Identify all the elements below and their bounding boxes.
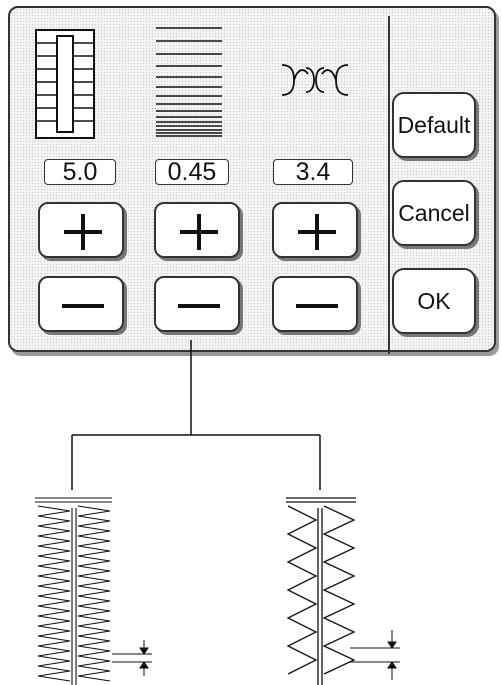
sparse-buttonhole-sample [286, 497, 356, 685]
dense-buttonhole-sample [35, 497, 112, 685]
dense-spacing-marker [112, 640, 152, 676]
sparse-spacing-marker [350, 630, 400, 680]
stitch-diagram [35, 340, 400, 685]
leader-lines [71, 340, 321, 490]
